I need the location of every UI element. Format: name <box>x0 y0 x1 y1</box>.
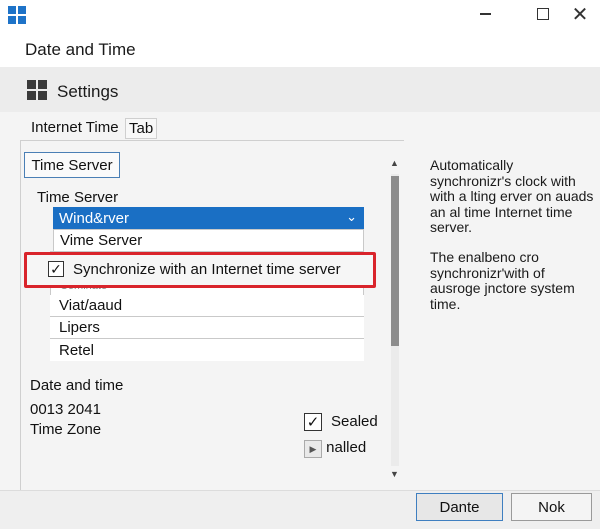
chevron-down-icon[interactable]: ⌄ <box>346 209 357 225</box>
tab-chip[interactable]: Tab <box>125 118 158 139</box>
windows-logo-icon <box>8 6 26 24</box>
maximize-icon <box>537 8 549 20</box>
dante-button[interactable]: Dante <box>416 493 503 521</box>
sealed-label[interactable]: Sealed <box>331 413 378 430</box>
nok-button[interactable]: Nok <box>511 493 592 521</box>
description-text-1: Automatically synchronizr's clock with w… <box>430 157 594 235</box>
footer-bar <box>0 490 600 529</box>
scrollbar-thumb[interactable] <box>391 176 399 346</box>
checkmark-icon: ✓ <box>306 413 320 431</box>
minimize-icon <box>479 13 491 15</box>
minimize-button[interactable] <box>462 0 508 28</box>
server-list-item[interactable]: Retel <box>50 339 364 361</box>
sync-checkbox-label[interactable]: Synchronize with an Internet time server <box>73 261 341 278</box>
scroll-down-arrow-icon[interactable]: ▼ <box>390 469 399 479</box>
date-time-label: Date and time <box>30 377 124 394</box>
close-button[interactable]: ✕ <box>560 0 600 28</box>
time-server-button[interactable]: Time Server <box>24 152 120 178</box>
enabled-checkbox[interactable]: ▶ <box>304 440 322 458</box>
dropdown-selected-value: Wind&rver <box>59 210 130 227</box>
settings-label: Settings <box>57 82 119 101</box>
play-icon: ▶ <box>309 443 317 454</box>
window-title: Date and Time <box>25 40 136 59</box>
description-text-2: The enalbeno cro synchronizr'with of aus… <box>430 249 575 312</box>
settings-windows-icon <box>27 80 47 100</box>
date-time-value: 0013 2041 <box>30 401 101 418</box>
time-zone-label: Time Zone <box>30 421 102 438</box>
server-list-item[interactable]: Lipers <box>50 317 364 339</box>
server-list-item[interactable]: Viat/aaud <box>50 295 364 317</box>
enabled-label[interactable]: nalled <box>322 439 366 456</box>
sync-checkbox[interactable]: ✓ <box>48 261 64 277</box>
checkmark-icon: ✓ <box>50 261 62 277</box>
time-server-label: Time Server <box>37 189 119 206</box>
close-icon: ✕ <box>571 2 589 26</box>
scroll-up-arrow-icon[interactable]: ▲ <box>390 158 399 168</box>
server-list-item[interactable]: Vime Server <box>53 229 364 252</box>
time-server-dropdown[interactable]: Wind&rver ⌄ <box>53 207 364 230</box>
tab-internet-time[interactable]: Internet Time <box>31 119 119 136</box>
sealed-checkbox[interactable]: ✓ <box>304 413 322 431</box>
